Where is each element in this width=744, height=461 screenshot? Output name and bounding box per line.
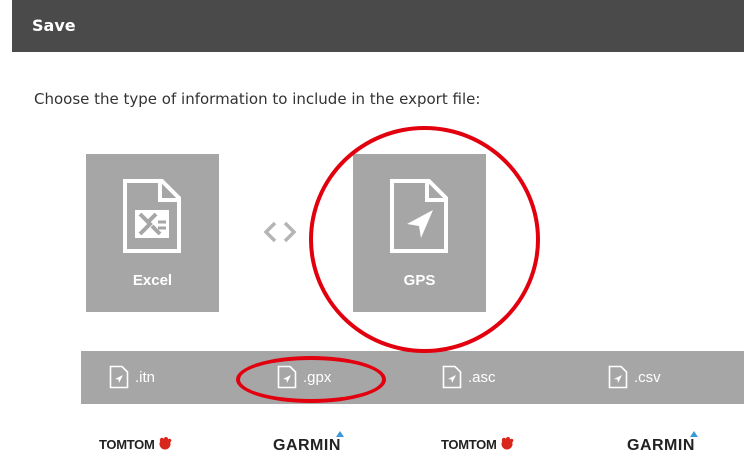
dialog-title: Save xyxy=(32,16,76,35)
tomtom-logo-text: TOMTOM xyxy=(99,437,155,452)
tomtom-hand-icon xyxy=(159,437,171,450)
garmin-logo-text: GARMIN xyxy=(273,437,341,454)
excel-option-button[interactable]: Excel xyxy=(86,154,219,312)
gps-file-icon xyxy=(390,179,448,253)
file-navigation-icon xyxy=(442,365,462,389)
gps-option-label: GPS xyxy=(403,272,436,289)
format-csv-option[interactable]: .csv xyxy=(608,364,661,390)
file-navigation-icon xyxy=(109,365,129,389)
format-itn-label: .itn xyxy=(135,368,156,386)
instruction-text: Choose the type of information to includ… xyxy=(34,90,481,108)
format-bar: .itn .gpx .asc .csv xyxy=(81,351,744,404)
garmin-triangle-icon xyxy=(690,431,698,437)
format-asc-option[interactable]: .asc xyxy=(442,364,496,390)
excel-option-label: Excel xyxy=(132,272,173,289)
tomtom-logo-text: TOMTOM xyxy=(441,437,497,452)
gps-option-button[interactable]: GPS xyxy=(353,154,486,312)
dialog-header: Save xyxy=(12,0,744,52)
file-navigation-icon xyxy=(608,365,628,389)
swap-arrows-icon xyxy=(263,221,297,243)
garmin-logo-text: GARMIN xyxy=(627,437,695,454)
garmin-logo: GARMIN xyxy=(273,431,344,461)
tomtom-logo: TOMTOM xyxy=(99,437,173,461)
garmin-logo: GARMIN xyxy=(627,431,698,461)
format-csv-label: .csv xyxy=(634,368,661,386)
format-itn-option[interactable]: .itn xyxy=(109,364,155,390)
tomtom-logo: TOMTOM xyxy=(441,437,515,461)
format-gpx-label: .gpx xyxy=(303,368,332,386)
format-gpx-option[interactable]: .gpx xyxy=(277,364,331,390)
format-asc-label: .asc xyxy=(468,368,496,386)
excel-file-icon xyxy=(123,179,181,253)
tomtom-hand-icon xyxy=(501,437,513,450)
garmin-triangle-icon xyxy=(336,431,344,437)
file-navigation-icon xyxy=(277,365,297,389)
